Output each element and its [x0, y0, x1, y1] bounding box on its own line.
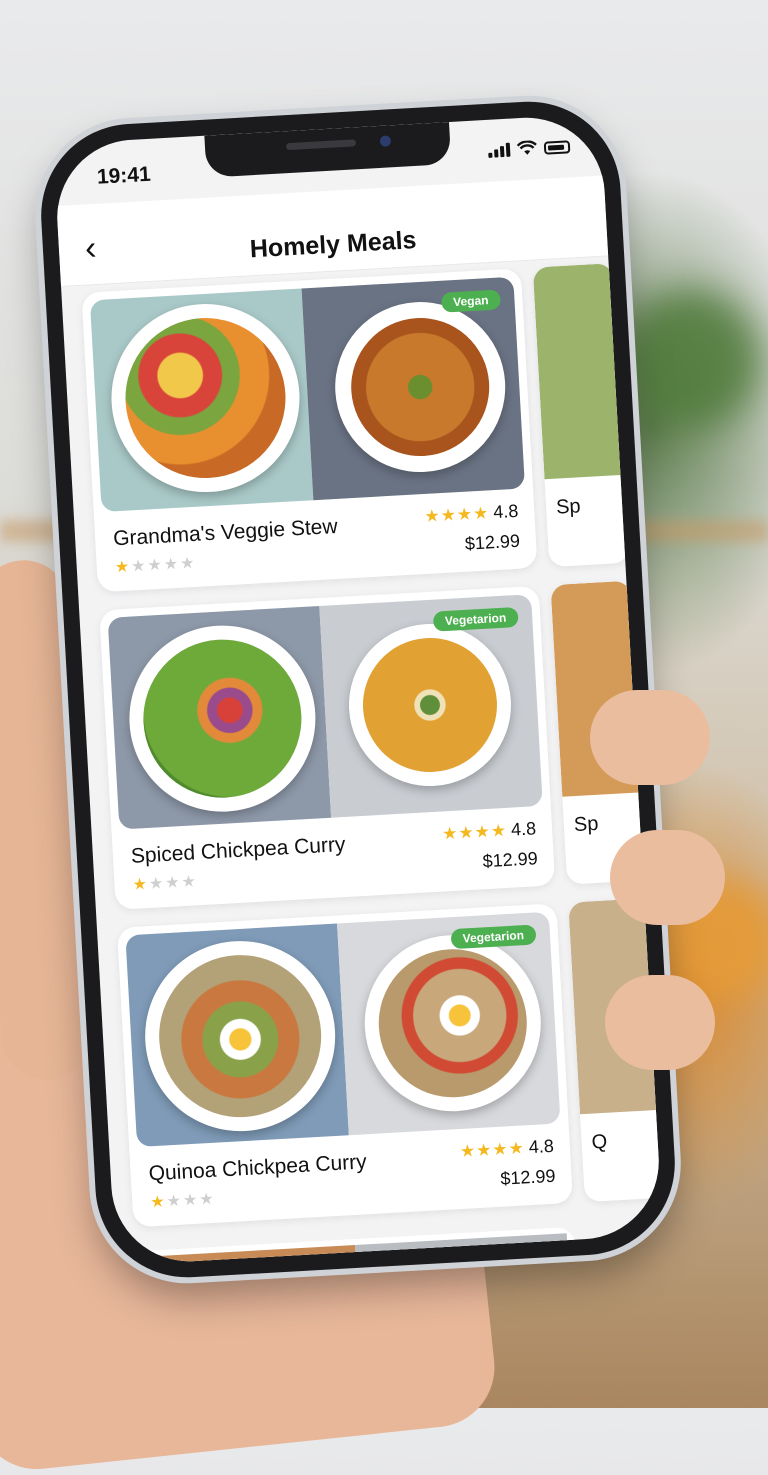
phone-frame: 19:41 ‹ Homely Meals Vegan Grandma's Veg… [36, 96, 680, 1283]
hand-finger [610, 830, 725, 925]
diet-badge: Vegan [440, 289, 502, 313]
meal-rating: ★★★★ 4.8 [424, 501, 519, 527]
meal-row: Vegetarion Quinoa Chickpea Curry ★★★★ 4.… [116, 898, 663, 1246]
rating-value: 4.8 [528, 1135, 555, 1158]
meal-card-peek[interactable]: Sp [532, 263, 630, 568]
battery-icon [543, 140, 571, 155]
meal-row: Vegetarion Spiced Chickpea Curry ★★★★ 4.… [99, 580, 648, 928]
diet-badge: Vegetarion [432, 606, 519, 632]
meal-row: Vegan Grandma's Veggie Stew ★★★★ 4.8 $12… [81, 263, 630, 611]
page-title: Homely Meals [249, 226, 418, 264]
rating-stars-icon: ★★★★ [423, 502, 490, 526]
diet-badge: Vegetarion [450, 924, 537, 950]
meal-price: $12.99 [499, 1165, 557, 1189]
meal-rating: ★★★★ 4.8 [459, 1136, 554, 1162]
wifi-icon [516, 140, 537, 155]
rating-value: 4.8 [492, 500, 519, 523]
meal-card[interactable]: Vegetarion Quinoa Chickpea Curry ★★★★ 4.… [116, 903, 573, 1228]
meal-list[interactable]: Vegan Grandma's Veggie Stew ★★★★ 4.8 $12… [81, 263, 663, 1246]
signal-icon [488, 141, 511, 158]
meal-photo [107, 606, 332, 830]
user-rating-stars[interactable]: ★★★★★ [114, 553, 197, 578]
meal-price: $12.99 [482, 848, 539, 872]
meal-name-peek: Sp [555, 495, 582, 519]
meal-photo: Vegetarion [319, 594, 543, 818]
front-camera [379, 135, 391, 147]
meal-name: Grandma's Veggie Stew [112, 514, 339, 551]
rating-stars-icon: ★★★★ [441, 820, 508, 844]
background-plant [620, 290, 760, 430]
meal-card[interactable]: Vegan Grandma's Veggie Stew ★★★★ 4.8 $12… [81, 268, 538, 593]
speaker [285, 139, 356, 151]
meal-rating: ★★★★ 4.8 [442, 818, 537, 844]
phone-screen: 19:41 ‹ Homely Meals Vegan Grandma's Veg… [53, 113, 663, 1266]
meal-price: $12.99 [464, 530, 521, 554]
meal-name-peek: Sp [573, 812, 599, 837]
status-icons [488, 137, 571, 158]
meal-name: Spiced Chickpea Curry [130, 832, 347, 868]
user-rating-stars[interactable]: ★★★★ [132, 871, 198, 895]
meal-photo: Vegan [301, 276, 526, 501]
hand-finger [605, 975, 715, 1070]
meal-photo: Vegetarion [337, 911, 561, 1136]
meal-card[interactable]: Vegetarion Spiced Chickpea Curry ★★★★ 4.… [99, 585, 556, 910]
status-time: 19:41 [96, 162, 152, 189]
user-rating-stars[interactable]: ★★★★ [150, 1189, 216, 1213]
meal-name-peek: Q [591, 1130, 608, 1154]
meal-name: Quinoa Chickpea Curry [148, 1150, 368, 1186]
rating-stars-icon: ★★★★ [459, 1137, 526, 1161]
meal-photo [89, 288, 314, 513]
rating-value: 4.8 [510, 818, 537, 840]
hand-finger [590, 690, 710, 785]
meal-photo [125, 923, 349, 1148]
